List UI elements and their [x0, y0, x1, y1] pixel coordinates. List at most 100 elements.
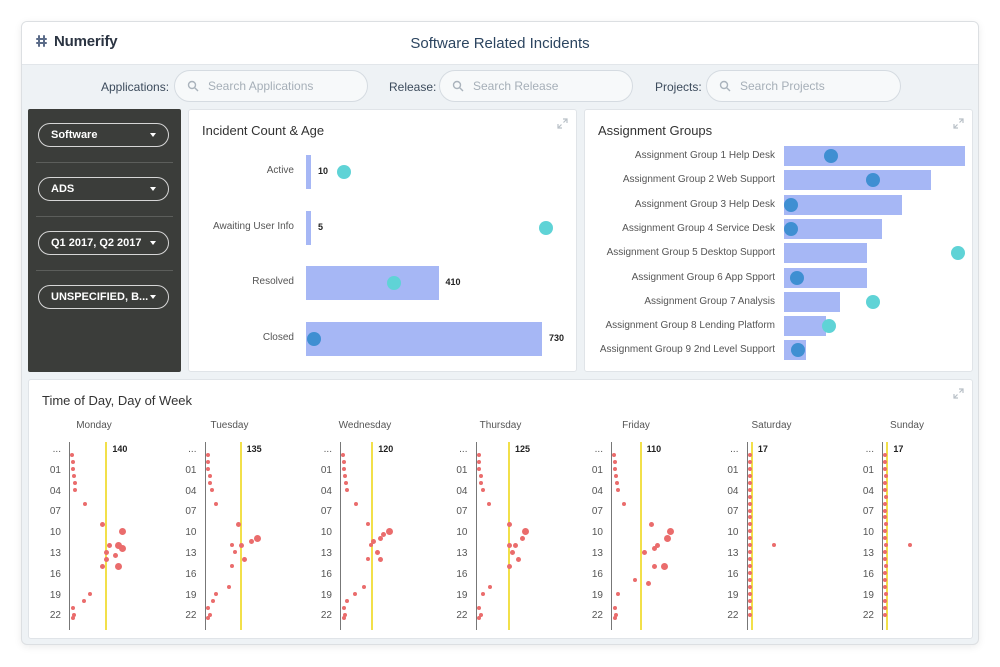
search-applications-input[interactable]: Search Applications: [174, 70, 368, 102]
bar: [306, 155, 311, 189]
top-bar: Numerify Software Related Incidents: [22, 22, 978, 65]
y-tick-label: 13: [185, 548, 197, 559]
bar-value-label: 410: [445, 277, 461, 287]
day-label: Saturday: [751, 420, 792, 431]
panel-title: Assignment Groups: [598, 123, 713, 138]
bar-label: Assignment Group 9 2nd Level Support: [599, 344, 775, 356]
max-line: [239, 442, 242, 630]
search-applications-placeholder: Search Applications: [208, 79, 314, 93]
age-marker: [306, 331, 321, 346]
y-tick-label: 16: [862, 568, 874, 580]
category-dropdown[interactable]: Software: [38, 123, 169, 147]
divider: [36, 162, 173, 163]
scatter-point: [747, 480, 752, 485]
application-dropdown[interactable]: ADS: [38, 177, 169, 201]
y-tick-label: 04: [49, 485, 61, 497]
search-projects-placeholder: Search Projects: [740, 79, 825, 93]
scatter-point: [612, 605, 617, 610]
max-value-label: 120: [378, 444, 394, 454]
y-axis: [611, 442, 612, 630]
dropdown-value: Software: [51, 129, 98, 141]
scatter-point: [510, 549, 516, 555]
scatter-point: [352, 591, 357, 596]
scatter-point: [666, 527, 674, 535]
y-tick-label: 19: [185, 589, 197, 601]
scatter-point: [660, 562, 668, 570]
scatter-point: [883, 487, 888, 492]
bar-label: Assignment Group 6 App Spport: [631, 271, 775, 283]
scatter-point: [883, 605, 888, 610]
release-label: Release:: [389, 80, 437, 94]
applications-label: Applications:: [101, 80, 170, 94]
priority-dropdown[interactable]: UNSPECIFIED, B...: [38, 285, 169, 309]
projects-label: Projects:: [655, 80, 702, 94]
search-projects-input[interactable]: Search Projects: [706, 70, 901, 102]
scatter-point: [747, 453, 752, 458]
bar: [784, 218, 882, 239]
scatter-point: [118, 545, 126, 553]
age-marker: [789, 270, 804, 285]
y-tick-label: 10: [862, 527, 874, 539]
scatter-point: [118, 527, 126, 535]
scatter-point: [883, 598, 888, 603]
scatter-point: [341, 460, 346, 464]
scatter-point: [612, 466, 617, 471]
scatter-point: [883, 494, 888, 499]
bar-label: Assignment Group 4 Service Desk: [622, 222, 775, 234]
search-icon: [187, 80, 199, 92]
max-line: [508, 442, 510, 630]
scatter-point: [374, 549, 380, 555]
dropdown-value: ADS: [51, 183, 75, 195]
scatter-point: [230, 564, 234, 568]
scatter-point: [477, 605, 482, 610]
scatter-point: [614, 480, 619, 485]
scatter-point: [341, 605, 346, 610]
dropdown-value: UNSPECIFIED, B...: [51, 291, 149, 303]
chevron-down-icon: [150, 295, 156, 299]
period-dropdown[interactable]: Q1 2017, Q2 2017: [38, 231, 169, 255]
y-tick-label: 01: [862, 464, 874, 476]
scatter-point: [479, 480, 484, 485]
y-tick-label: 19: [591, 589, 603, 601]
expand-icon[interactable]: [953, 388, 964, 399]
scatter-point: [633, 577, 638, 582]
scatter-point: [208, 480, 213, 485]
y-tick-label: 13: [591, 548, 603, 559]
scatter-point: [622, 501, 627, 506]
y-tick-label: 07: [727, 506, 739, 518]
scatter-point: [747, 584, 752, 589]
scatter-point: [345, 598, 350, 603]
bar-label: Assignment Group 2 Web Support: [622, 174, 775, 186]
search-release-input[interactable]: Search Release: [439, 70, 633, 102]
bar: [784, 170, 931, 191]
y-tick-label: 04: [862, 485, 874, 497]
scatter-point: [616, 487, 621, 492]
scatter-point: [488, 584, 493, 589]
max-line: [639, 442, 642, 630]
scatter-point: [214, 501, 219, 506]
y-tick-label: 16: [320, 568, 332, 580]
scatter-point: [341, 453, 346, 458]
max-line: [105, 442, 108, 630]
bar-value-label: 10: [318, 166, 329, 176]
panel-title: Incident Count & Age: [202, 123, 325, 138]
scatter-point: [88, 591, 93, 596]
scatter-point: [747, 466, 752, 471]
y-tick-label: 10: [320, 527, 332, 539]
bar-label: Resolved: [252, 276, 294, 287]
scatter-point: [883, 612, 888, 617]
scatter-point: [230, 543, 234, 548]
chevron-down-icon: [150, 241, 156, 245]
y-tick-label: 19: [727, 589, 739, 601]
y-tick-label: 01: [456, 464, 468, 476]
scatter-point: [206, 460, 211, 464]
time-of-day-panel: Time of Day, Day of Week Monday... 01 04 07…: [28, 379, 973, 639]
scatter-point: [103, 556, 109, 562]
expand-icon[interactable]: [557, 118, 568, 129]
scatter-point: [341, 616, 346, 620]
scatter-point: [103, 549, 109, 555]
bar: [784, 316, 826, 337]
scatter-point: [506, 521, 512, 527]
y-tick-label: ...: [188, 444, 197, 455]
expand-icon[interactable]: [953, 118, 964, 129]
